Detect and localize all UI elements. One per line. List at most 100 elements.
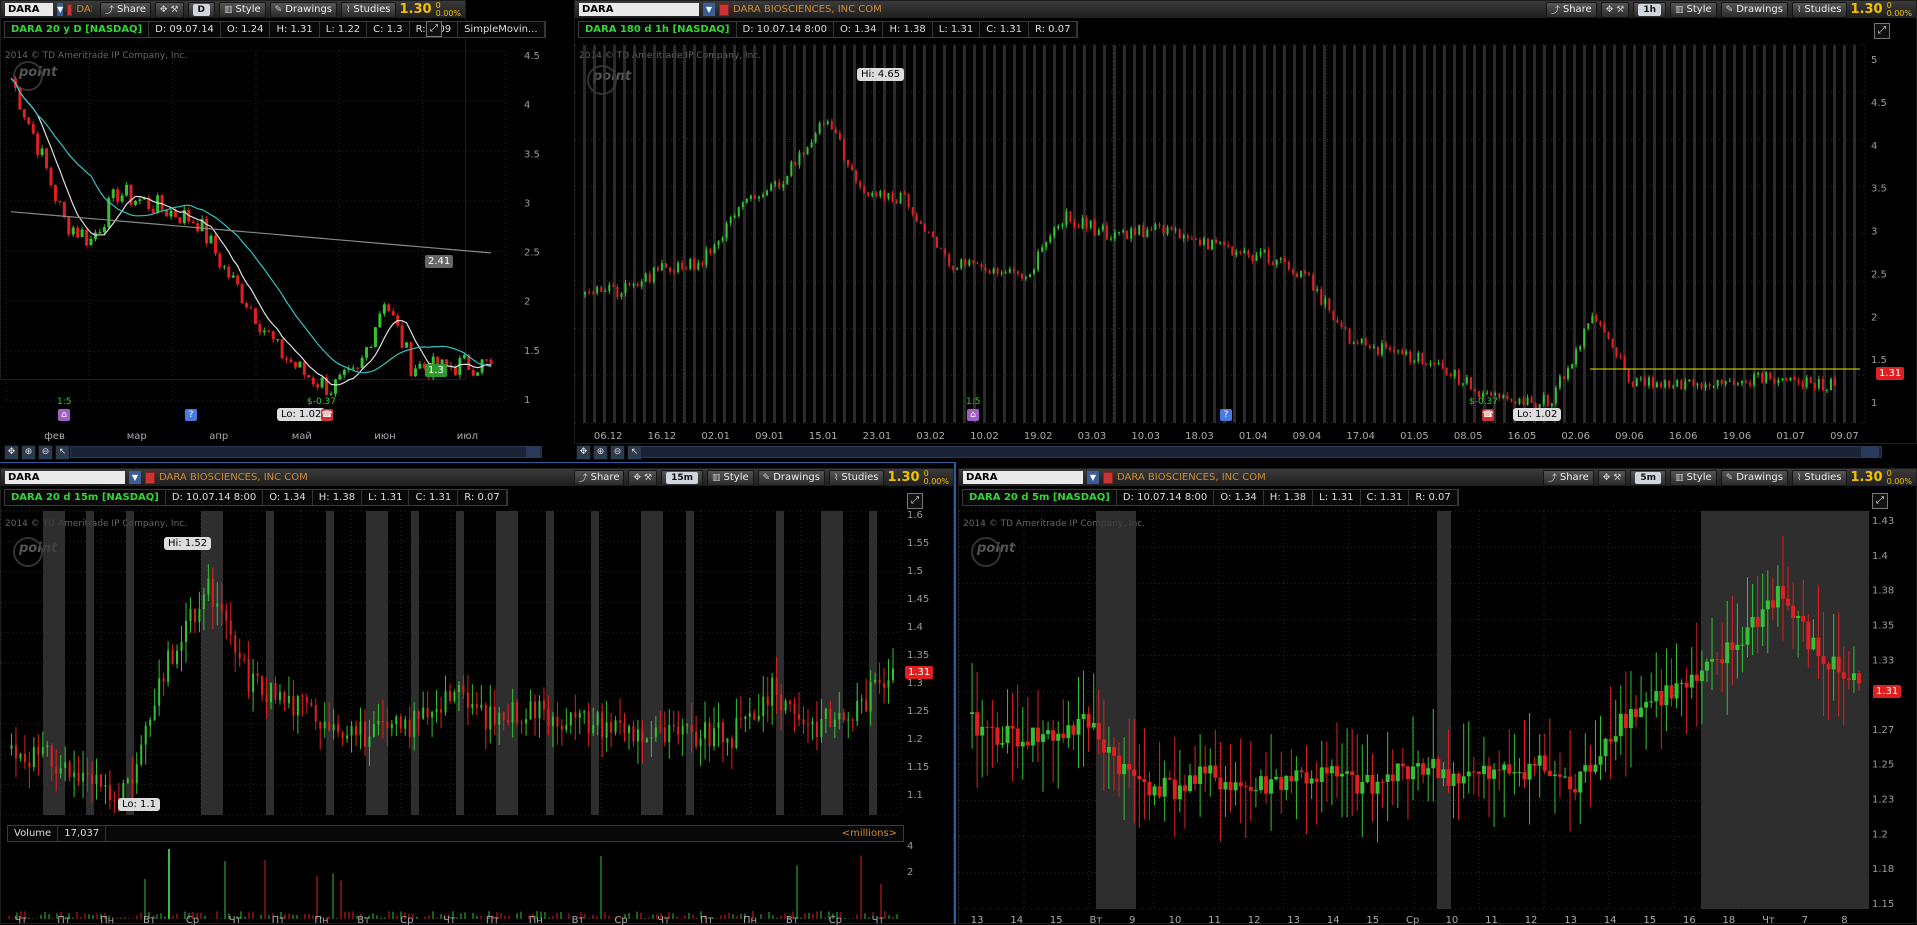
candle-body <box>278 692 281 700</box>
candle-body <box>1466 771 1471 777</box>
candle-body <box>709 249 712 254</box>
candle-body <box>1289 775 1294 782</box>
candle-body <box>337 724 340 733</box>
candle-body <box>476 372 480 376</box>
y-tick-label: 1.6 <box>907 510 923 521</box>
zoom-out-icon[interactable]: ⊖ <box>610 444 625 460</box>
question-event-icon[interactable]: ? <box>185 409 197 421</box>
candle-body <box>1704 661 1709 671</box>
candle-body <box>1264 776 1269 794</box>
candle-body <box>1344 327 1347 329</box>
candle-body <box>619 720 622 723</box>
candle-body <box>833 719 836 727</box>
question-event-icon[interactable]: ? <box>1220 409 1232 421</box>
candle-body <box>748 712 751 717</box>
pan-icon[interactable]: ✥ <box>4 444 19 460</box>
candle-body <box>408 719 411 737</box>
candle-body <box>31 123 35 134</box>
time-scrollbar[interactable] <box>70 446 542 458</box>
time-scrollbar[interactable] <box>640 446 1882 458</box>
candle-body <box>171 650 174 665</box>
daily-price-chart[interactable]: 4.5 4 3.5 3 2.5 2 1.5 1 фев мар апр май июн июл <box>1 1 540 442</box>
candle-body <box>672 724 675 727</box>
candle-body <box>1284 775 1289 791</box>
candle-body <box>1000 272 1003 274</box>
candle-body <box>1113 232 1116 239</box>
zoom-out-icon[interactable]: ⊖ <box>38 444 53 460</box>
candle-body <box>1583 765 1588 772</box>
candle-body <box>1356 342 1359 344</box>
candle-body <box>1834 379 1836 386</box>
pan-icon[interactable]: ✥ <box>576 444 591 460</box>
zoom-in-icon[interactable]: ⊕ <box>21 444 36 460</box>
candle-body <box>1715 659 1720 661</box>
split-event-icon[interactable]: ⌂ <box>967 409 979 421</box>
candle-body <box>1020 741 1025 747</box>
candle-body <box>1328 298 1331 311</box>
candle-body <box>1198 766 1203 784</box>
candle-body <box>911 207 914 215</box>
candle-body <box>721 238 724 241</box>
x-tick-label: 10.02 <box>970 431 999 442</box>
y-tick-label: 1.2 <box>1872 829 1888 840</box>
candle-body <box>1162 777 1167 797</box>
candle-body <box>995 727 1000 745</box>
candle-body <box>1680 380 1683 390</box>
candle-body <box>1380 343 1383 355</box>
candle-body <box>944 248 947 255</box>
candle-body <box>1554 387 1557 404</box>
candle-body <box>735 718 738 749</box>
candle-body <box>1152 786 1157 796</box>
candle-body <box>551 716 554 726</box>
candle-body <box>270 683 273 703</box>
candle-body <box>405 342 409 348</box>
candle-body <box>120 195 124 202</box>
y-tick-label: 1.35 <box>907 650 929 661</box>
candle-body <box>1857 673 1861 684</box>
candle-body <box>1118 232 1121 234</box>
candle-body <box>1643 378 1646 386</box>
candle-body <box>1429 363 1432 365</box>
candle-body <box>1631 382 1634 387</box>
candle-body <box>741 202 744 207</box>
candle-body <box>790 161 793 176</box>
candle-body <box>247 658 250 692</box>
candle-body <box>1510 398 1513 402</box>
candle-body <box>636 283 639 287</box>
candle-body <box>1644 701 1649 708</box>
candle-body <box>261 676 264 695</box>
candle-body <box>225 610 228 621</box>
phone-event-icon[interactable]: ☎ <box>321 409 333 421</box>
hourly-price-chart[interactable]: 5 4.5 4 3.5 3 2.5 2 1.5 1 06.12 16.12 02.01 09.01 15.… <box>574 1 1917 445</box>
candle-body <box>745 198 748 203</box>
candle-body <box>1669 685 1674 699</box>
candle-body <box>1086 714 1091 728</box>
candle-body <box>1704 384 1707 389</box>
candle-body <box>1786 598 1791 606</box>
candle-body <box>372 724 375 737</box>
candle-body <box>1512 772 1517 774</box>
x-tick-label: 02.06 <box>1561 431 1590 442</box>
candle-body <box>542 700 545 710</box>
candle-body <box>1593 764 1598 772</box>
panel-divider[interactable] <box>0 462 954 463</box>
candle-body <box>1105 225 1108 240</box>
candle-body <box>705 249 708 265</box>
session-shade <box>821 511 843 815</box>
candle-body <box>320 377 324 388</box>
15m-price-chart[interactable]: 1.6 1.55 1.5 1.45 1.4 1.35 1.3 1.25 1.2 1.15 1.1 4 2… <box>0 469 955 925</box>
5m-price-chart[interactable]: 1.431.41.381.351.331.31.271.251.231.21.1… <box>958 469 1917 925</box>
candle-body <box>1517 772 1522 774</box>
zoom-in-icon[interactable]: ⊕ <box>593 444 608 460</box>
cursor-icon[interactable]: ↖ <box>55 444 70 460</box>
candle-body <box>1137 776 1142 780</box>
candle-body <box>1097 229 1100 236</box>
candle-body <box>280 339 284 359</box>
candle-body <box>1712 386 1715 388</box>
split-event-icon[interactable]: ⌂ <box>58 409 70 421</box>
candle-body <box>323 721 326 729</box>
candle-body <box>1725 642 1730 664</box>
candle-body <box>632 726 635 742</box>
phone-event-icon[interactable]: ☎ <box>1482 409 1494 421</box>
candle-body <box>422 707 425 719</box>
